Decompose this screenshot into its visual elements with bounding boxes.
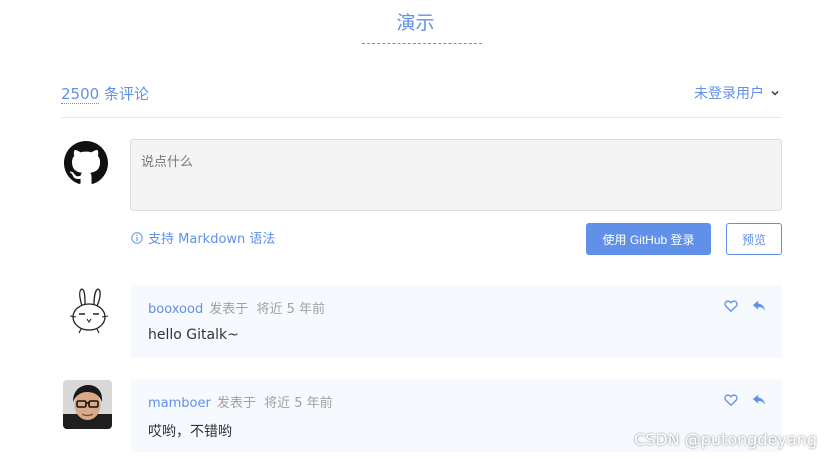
comment-published-label: 发表于	[216, 396, 256, 411]
github-icon	[64, 141, 108, 184]
user-menu-label: 未登录用户	[694, 86, 764, 102]
avatar[interactable]	[68, 288, 110, 334]
avatar[interactable]	[63, 380, 112, 429]
comment-count: 2500 条评论	[61, 83, 149, 104]
chevron-down-icon	[771, 91, 779, 96]
comment-actions	[724, 299, 766, 313]
comment-actions	[724, 393, 766, 407]
comment-author[interactable]: booxood	[148, 302, 203, 317]
comment-time[interactable]: 将近 5 年前	[257, 302, 326, 317]
comment-input[interactable]	[130, 139, 782, 211]
comment-count-suffix: 条评论	[99, 85, 149, 103]
info-icon	[131, 231, 143, 244]
comment-body: 哎哟，不错哟	[148, 424, 232, 440]
heart-icon[interactable]	[724, 393, 738, 407]
reply-icon[interactable]	[752, 393, 766, 407]
comment-meta: booxood 发表于 将近 5 年前	[148, 298, 325, 317]
github-login-button[interactable]: 使用 GitHub 登录	[586, 223, 711, 255]
heart-icon[interactable]	[724, 299, 738, 313]
comment-meta: mamboer 发表于 将近 5 年前	[148, 392, 333, 411]
user-menu[interactable]: 未登录用户	[694, 83, 780, 103]
comment-published-label: 发表于	[209, 302, 249, 317]
comment-author[interactable]: mamboer	[148, 396, 211, 411]
comment-item: booxood 发表于 将近 5 年前 hello Gitalk~	[131, 285, 782, 358]
page-title: 演示	[396, 12, 435, 34]
reply-icon[interactable]	[752, 299, 766, 313]
markdown-tip[interactable]: 支持 Markdown 语法	[131, 228, 275, 247]
markdown-tip-label: 支持 Markdown 语法	[148, 232, 276, 247]
preview-button[interactable]: 预览	[726, 223, 782, 255]
comments-header: 2500 条评论 未登录用户	[61, 80, 782, 118]
title-underline	[362, 43, 482, 44]
comment-count-number[interactable]: 2500	[61, 85, 100, 104]
comment-body: hello Gitalk~	[148, 327, 239, 343]
comment-time[interactable]: 将近 5 年前	[264, 396, 333, 411]
watermark: CSDN @putongdeyang	[634, 430, 817, 449]
